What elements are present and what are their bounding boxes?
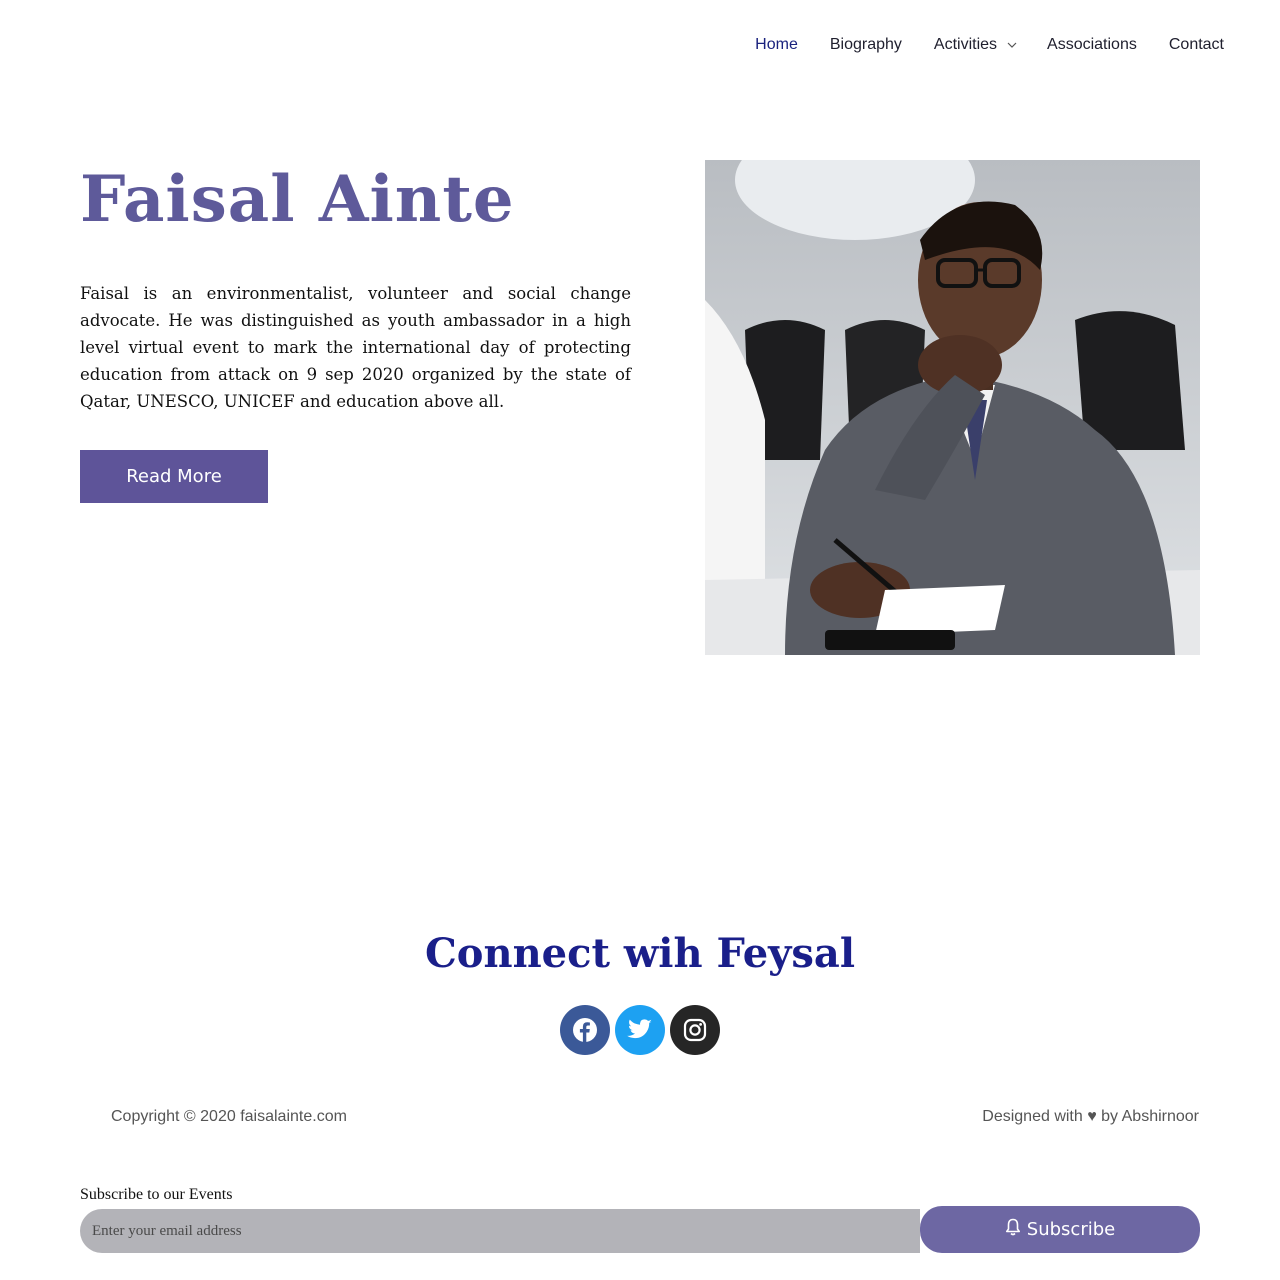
nav-home[interactable]: Home (755, 36, 798, 54)
main-nav: Home Biography Activities Associations C… (723, 36, 1224, 54)
subscribe-button-label: Subscribe (1026, 1219, 1116, 1240)
instagram-icon[interactable] (670, 1005, 720, 1055)
nav-activities[interactable]: Activities (933, 36, 1017, 54)
connect-title: Connect wih Feysal (424, 930, 856, 977)
subscribe-label: Subscribe to our Events (80, 1186, 233, 1203)
copyright-text: Copyright © 2020 faisalainte.com (111, 1108, 347, 1125)
social-links (560, 1005, 720, 1055)
designed-by-text: Designed with ♥ by Abshirnoor (982, 1108, 1199, 1125)
chevron-down-icon (1007, 41, 1017, 49)
email-field[interactable] (80, 1209, 920, 1253)
hero-title: Faisal Ainte (80, 162, 515, 237)
facebook-icon[interactable] (560, 1005, 610, 1055)
bell-icon (1005, 1218, 1021, 1241)
nav-associations[interactable]: Associations (1047, 36, 1137, 54)
twitter-icon[interactable] (615, 1005, 665, 1055)
hero-description: Faisal is an environmentalist, volunteer… (80, 284, 631, 411)
nav-biography[interactable]: Biography (830, 36, 902, 54)
subscribe-button[interactable]: Subscribe (920, 1206, 1200, 1253)
portrait-photo (705, 160, 1200, 655)
nav-contact[interactable]: Contact (1169, 36, 1224, 54)
read-more-button[interactable]: Read More (80, 450, 268, 503)
nav-activities-label: Activities (933, 36, 998, 53)
